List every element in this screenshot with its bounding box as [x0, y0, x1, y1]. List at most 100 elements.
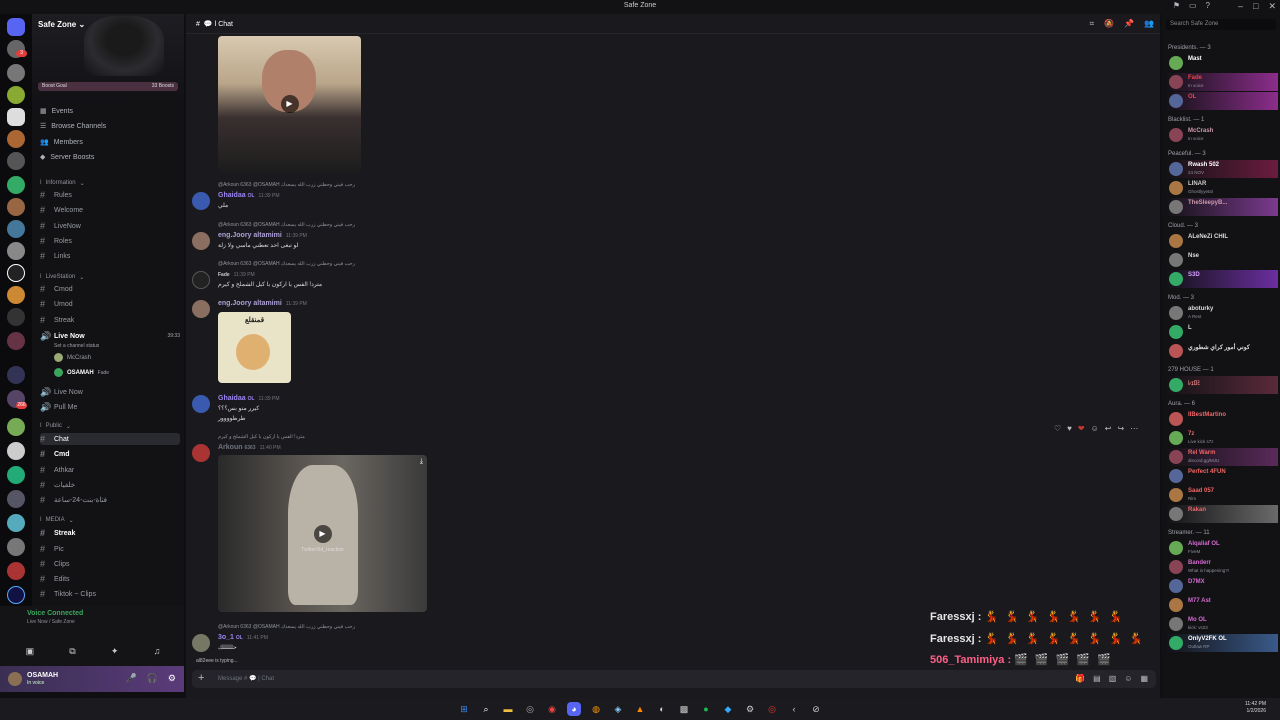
app-icon[interactable]: ▩: [677, 702, 691, 716]
file-explorer-icon[interactable]: ▬: [501, 702, 515, 716]
channel-streak-media[interactable]: # Streak: [40, 527, 180, 539]
forward-icon[interactable]: ↪: [1118, 424, 1125, 433]
member-item[interactable]: M77 Ast: [1166, 596, 1278, 614]
gift-icon[interactable]: 🎁: [1075, 674, 1085, 683]
app-icon[interactable]: ▲: [633, 702, 647, 716]
avatar[interactable]: [192, 444, 210, 462]
member-item[interactable]: Fade In voice: [1166, 73, 1278, 91]
browser-icon[interactable]: ◎: [523, 702, 537, 716]
gif-icon[interactable]: ▤: [1093, 674, 1101, 683]
channel-links[interactable]: # Links: [40, 250, 180, 262]
channel-livenow[interactable]: # LiveNow: [40, 220, 180, 232]
play-icon[interactable]: ▶: [280, 95, 299, 113]
apps-icon[interactable]: ▦: [1140, 674, 1148, 683]
category-information[interactable]: ǀ Information ⌄: [40, 180, 85, 187]
mute-icon[interactable]: 🔕: [1104, 19, 1114, 29]
activity-icon[interactable]: ✦: [111, 646, 119, 657]
mic-icon[interactable]: 🎤: [125, 673, 136, 684]
server-name[interactable]: Safe Zone ⌄: [38, 20, 85, 29]
heart-outline-icon[interactable]: ♡: [1054, 424, 1061, 433]
channel-wallpapers[interactable]: # خلفيات: [40, 479, 180, 491]
download-icon[interactable]: ⤓: [420, 458, 423, 466]
server-icon[interactable]: [7, 418, 25, 436]
members-toggle-icon[interactable]: 👥: [1144, 19, 1154, 29]
more-icon[interactable]: ⋯: [1130, 424, 1138, 433]
avatar[interactable]: [192, 232, 210, 250]
member-item[interactable]: Alqaliaf OL FiveM: [1166, 539, 1278, 557]
inbox-icon[interactable]: ⚑: [1173, 1, 1180, 10]
voice-user[interactable]: McCrash: [54, 353, 91, 362]
emoji-icon[interactable]: ☺: [1124, 674, 1132, 683]
spotify-icon[interactable]: ●: [699, 702, 713, 716]
current-user[interactable]: OSAMAH In voice 🎤 🎧 ⚙: [0, 666, 184, 692]
camera-icon[interactable]: ▣: [26, 646, 35, 657]
member-item[interactable]: كوني أمور كراي شطوري: [1166, 342, 1278, 360]
server-icon[interactable]: [7, 442, 25, 460]
category-livestation[interactable]: ǀ LiveStation ⌄: [40, 274, 84, 281]
member-item[interactable]: D7MX: [1166, 577, 1278, 595]
app-icon[interactable]: ◆: [721, 702, 735, 716]
message-input[interactable]: Message # 💬 | Chat: [218, 675, 274, 682]
message-author[interactable]: Ghaidaa OL 11:39 PM: [218, 192, 280, 199]
channel-edits[interactable]: # Edits: [40, 573, 180, 585]
server-icon[interactable]: [7, 176, 25, 194]
channel-streak[interactable]: # Streak: [40, 314, 180, 326]
reply-preview[interactable]: @Arkoun 6363 @OSAMAH رحب فيني وحطني زرب …: [218, 261, 355, 267]
app-icon[interactable]: ⊘: [809, 702, 823, 716]
message-author[interactable]: Ghaidaa OL 11:39 PM: [218, 395, 280, 402]
reply-icon[interactable]: ↩: [1105, 424, 1112, 433]
server-icon[interactable]: [7, 242, 25, 260]
server-icon[interactable]: [7, 366, 25, 384]
server-icon[interactable]: [7, 286, 25, 304]
app-icon[interactable]: ◎: [765, 702, 779, 716]
server-icon[interactable]: [7, 490, 25, 508]
member-item[interactable]: LINAR Ghostlyyetal: [1166, 179, 1278, 197]
app-icon[interactable]: ⚙: [743, 702, 757, 716]
help-icon[interactable]: ?: [1206, 1, 1210, 10]
video-attachment[interactable]: ▶: [218, 36, 361, 172]
avatar[interactable]: [192, 271, 210, 289]
app-icon[interactable]: ‹: [787, 702, 801, 716]
member-item[interactable]: S3D: [1166, 270, 1278, 288]
channel-status[interactable]: Set a channel status: [54, 343, 99, 349]
voice-channel-pull-me[interactable]: 🔊 Pull Me: [40, 401, 180, 413]
message-author[interactable]: Fade 11:39 PM: [218, 271, 255, 278]
server-icon[interactable]: [7, 562, 25, 580]
pin-icon[interactable]: 📌: [1124, 19, 1134, 29]
maximize-icon[interactable]: □: [1253, 1, 1258, 12]
app-icon[interactable]: ◍: [589, 702, 603, 716]
app-icon[interactable]: ◐: [655, 702, 669, 716]
nav-events[interactable]: ▦ Events: [40, 107, 73, 116]
channel-pic[interactable]: # Pic: [40, 543, 180, 555]
channel-cmd[interactable]: # Cmd: [40, 448, 180, 460]
server-icon[interactable]: [7, 152, 25, 170]
nav-browse-channels[interactable]: ☰ Browse Channels: [40, 122, 106, 131]
server-icon[interactable]: [7, 130, 25, 148]
sticker-icon[interactable]: ▧: [1109, 674, 1117, 683]
member-item[interactable]: Perfect 4FUN: [1166, 467, 1278, 485]
discord-icon[interactable]: ◕: [567, 702, 581, 716]
message-author[interactable]: eng.Joory altamimi 11:39 PM: [218, 300, 307, 307]
member-item[interactable]: OL: [1166, 92, 1278, 110]
member-item[interactable]: McCrash In voice: [1166, 126, 1278, 144]
server-icon[interactable]: [7, 466, 25, 484]
channel-umod[interactable]: # Umod: [40, 298, 180, 310]
message-author[interactable]: Arkoun 6363 11:40 PM: [218, 444, 281, 451]
headphones-icon[interactable]: 🎧: [147, 673, 158, 684]
member-item[interactable]: Nse: [1166, 251, 1278, 269]
channel-roles[interactable]: # Roles: [40, 235, 180, 247]
member-item[interactable]: 7z Live kick s7z: [1166, 429, 1278, 447]
member-item[interactable]: TheSleepyB...: [1166, 198, 1278, 216]
server-icon[interactable]: [7, 308, 25, 326]
member-item[interactable]: aboturky A Rest: [1166, 304, 1278, 322]
boost-goal[interactable]: Boost Goal 33 Boosts: [38, 82, 178, 91]
server-icon[interactable]: [7, 586, 25, 604]
message-author[interactable]: eng.Joory altamimi 11:39 PM: [218, 232, 307, 239]
avatar[interactable]: [192, 395, 210, 413]
nav-members[interactable]: 👥 Members: [40, 138, 83, 147]
server-icon[interactable]: [7, 198, 25, 216]
reply-preview[interactable]: @Arkoun 6363 @OSAMAH رحب فيني وحطني زرب …: [218, 182, 355, 188]
screenshare-icon[interactable]: ⧉: [69, 646, 75, 657]
chrome-icon[interactable]: ◉: [545, 702, 559, 716]
category-public[interactable]: ǀ Public ⌄: [40, 423, 71, 430]
